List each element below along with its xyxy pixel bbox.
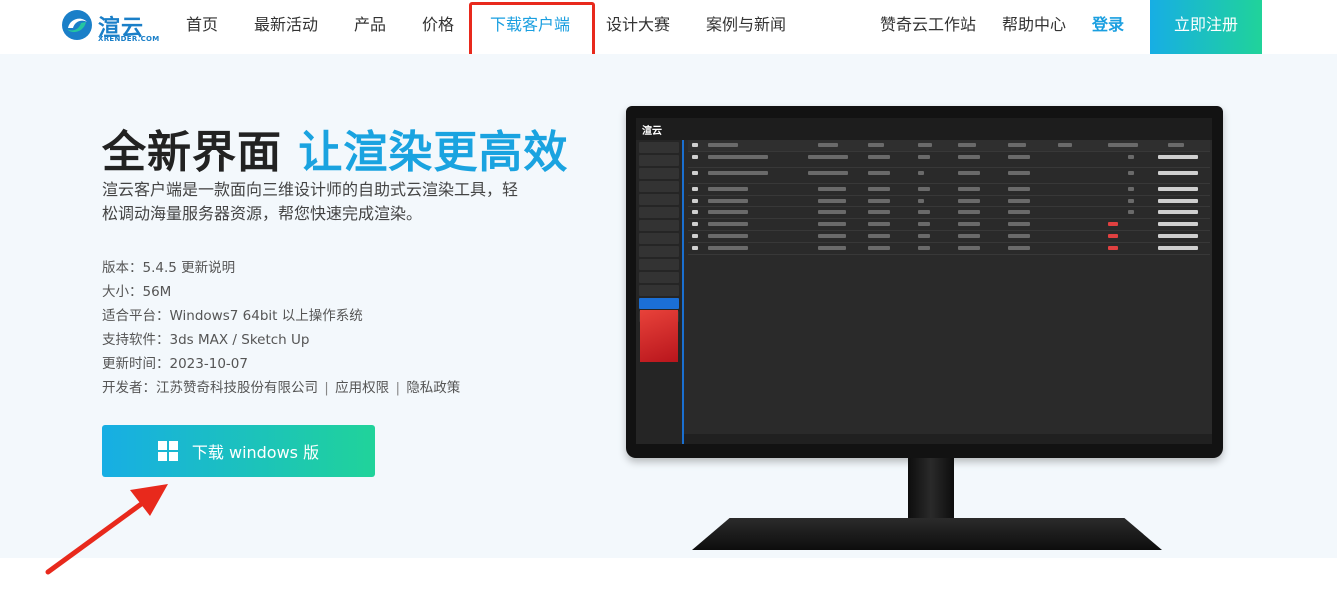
monitor-illustration: 渲云 <box>626 104 1226 556</box>
logo-subtitle: XRENDER.COM <box>98 35 160 43</box>
register-button[interactable]: 立即注册 <box>1150 0 1262 54</box>
nav-item-pricing[interactable]: 价格 <box>422 0 454 54</box>
nav-item-zanqi-workstation[interactable]: 赞奇云工作站 <box>880 0 976 54</box>
spec-developer: 开发者：江苏赞奇科技股份有限公司 | 应用权限 | 隐私政策 <box>102 376 460 396</box>
spec-size: 大小：56M <box>102 284 172 300</box>
hero-title: 全新界面 让渲染更高效 <box>102 116 568 180</box>
nav-item-design-contest[interactable]: 设计大赛 <box>606 0 670 54</box>
hero-description: 渲云客户端是一款面向三维设计师的自助式云渲染工具，轻松调动海量服务器资源，帮您快… <box>102 180 519 223</box>
nav-item-cases-news[interactable]: 案例与新闻 <box>706 0 786 54</box>
app-permissions-link[interactable]: 应用权限 <box>335 380 389 396</box>
annotation-arrow-icon <box>45 484 168 575</box>
windows-icon <box>157 441 178 461</box>
hero-title-accent: 让渲染更高效 <box>298 127 569 178</box>
spec-developer-value: 江苏赞奇科技股份有限公司 <box>156 380 318 396</box>
nav-item-products[interactable]: 产品 <box>354 0 386 54</box>
nav-item-home[interactable]: 首页 <box>186 0 218 54</box>
client-sidebar <box>636 140 684 444</box>
download-button-label: 下载 windows 版 <box>191 443 320 462</box>
spec-platform: 适合平台：Windows7 64bit 以上操作系统 <box>102 308 363 324</box>
logo-swirl-icon <box>62 10 92 40</box>
spec-version-value: 5.4.5 <box>142 260 177 276</box>
client-task-table <box>688 140 1210 255</box>
download-windows-button[interactable]: 下载 windows 版 <box>102 425 375 477</box>
spec-software: 支持软件：3ds MAX / Sketch Up <box>102 332 310 348</box>
site-header: 渲云 XRENDER.COM 首页 最新活动 产品 价格 下载客户端 设计大赛 … <box>0 0 1337 58</box>
client-screenshot: 渲云 <box>636 118 1212 444</box>
client-statusbar <box>684 434 1212 444</box>
hero-title-main: 全新界面 <box>102 127 282 178</box>
client-logo: 渲云 <box>642 126 662 137</box>
monitor-base <box>692 518 1162 550</box>
brand-logo[interactable]: 渲云 XRENDER.COM <box>60 8 160 44</box>
spec-developer-label: 开发者： <box>102 380 156 396</box>
nav-item-activities[interactable]: 最新活动 <box>254 0 318 54</box>
spec-version-label: 版本： <box>102 260 143 276</box>
privacy-policy-link[interactable]: 隐私政策 <box>406 380 460 396</box>
client-titlebar: 渲云 <box>636 118 1212 140</box>
spec-updated: 更新时间：2023-10-07 <box>102 356 248 372</box>
monitor-neck <box>908 458 954 520</box>
client-ad-banner <box>640 310 678 362</box>
nav-item-download-client[interactable]: 下载客户端 <box>490 0 570 54</box>
release-notes-link[interactable]: 更新说明 <box>181 260 235 276</box>
nav-item-help-center[interactable]: 帮助中心 <box>1002 0 1066 54</box>
spec-version: 版本：5.4.5 更新说明 <box>102 256 235 276</box>
monitor-bezel: 渲云 <box>626 106 1223 458</box>
separator: | <box>324 380 329 396</box>
login-link[interactable]: 登录 <box>1092 0 1124 54</box>
separator: | <box>395 380 401 396</box>
